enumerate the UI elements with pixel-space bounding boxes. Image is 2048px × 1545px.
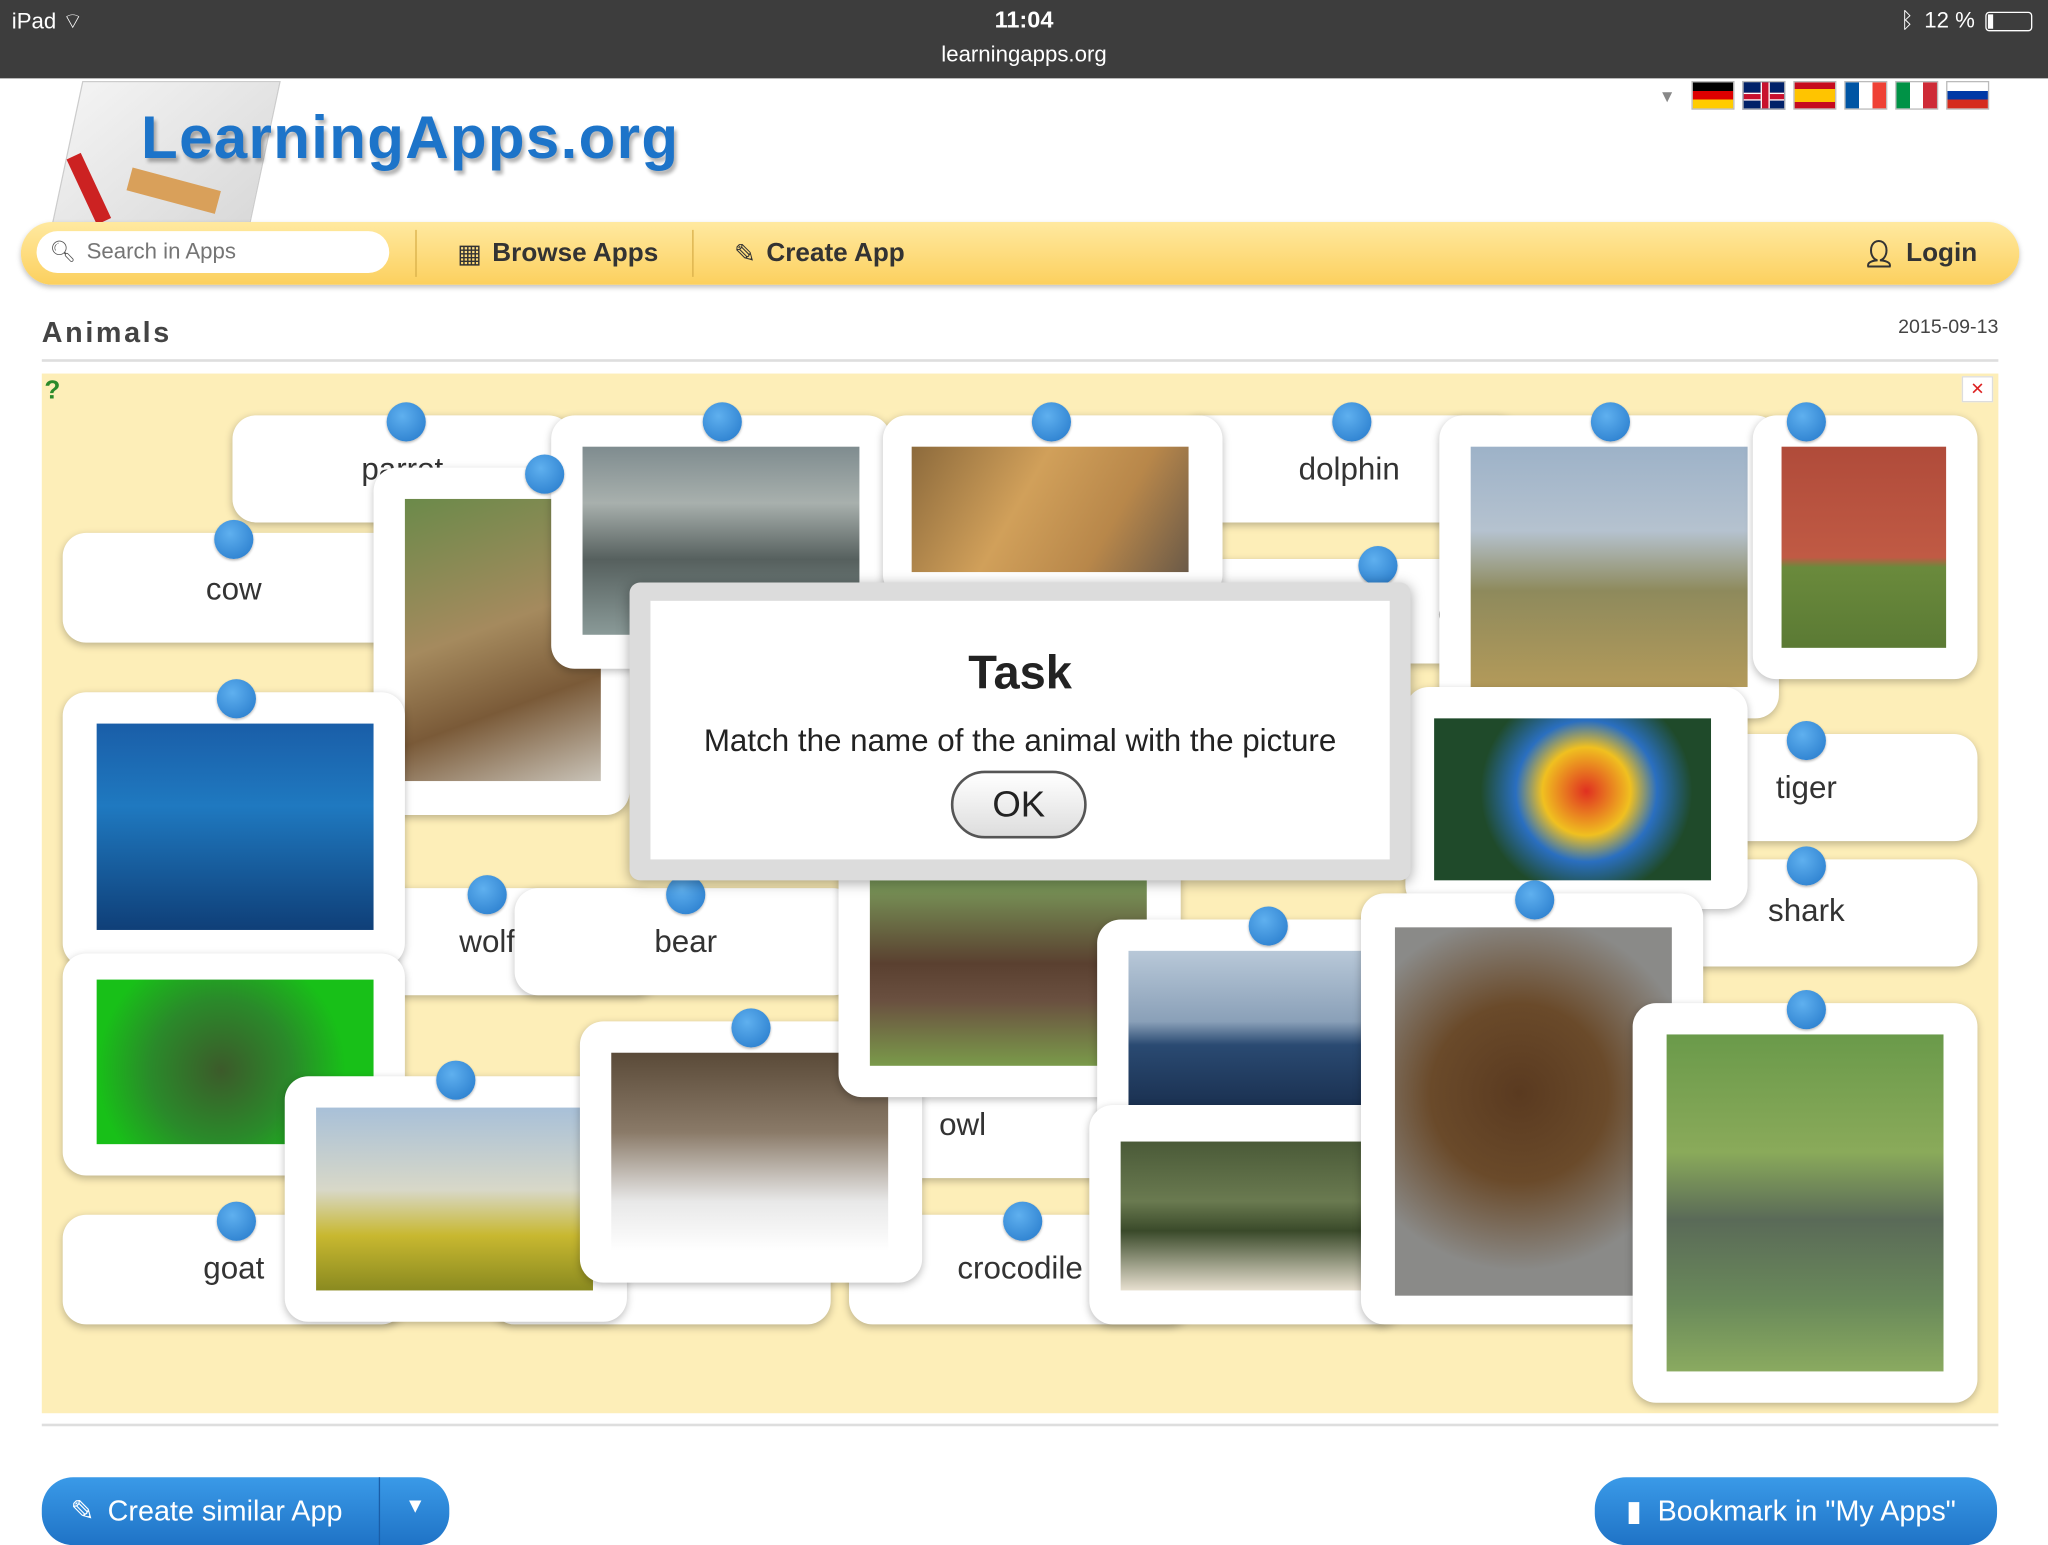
flag-de-icon[interactable] (1691, 80, 1735, 110)
connector-dot[interactable] (1358, 545, 1398, 586)
create-similar-app-button[interactable]: ✎ Create similar App ▼ (41, 1477, 450, 1545)
main-nav: 🔍︎ ▦Browse Apps ✎Create App 👤︎Login (20, 222, 2020, 285)
chevron-down-icon[interactable]: ▼ (405, 1496, 426, 1520)
picture-card-elephant[interactable] (1632, 1003, 1978, 1403)
grid-icon: ▦ (457, 240, 482, 270)
crocodile-photo (1120, 1141, 1361, 1291)
fullscreen-icon[interactable]: ✕ (1961, 376, 1994, 403)
bookmark-icon: ▮ (1626, 1494, 1642, 1527)
create-app-link[interactable]: ✎ Create App (734, 238, 905, 271)
battery-icon (1985, 11, 2033, 31)
connector-dot[interactable] (1515, 880, 1555, 920)
picture-card-shark[interactable] (62, 692, 405, 967)
flag-es-icon[interactable] (1793, 80, 1837, 110)
connector-dot[interactable] (731, 1008, 771, 1048)
bookmark-button[interactable]: ▮ Bookmark in "My Apps" (1594, 1477, 1998, 1545)
connector-dot[interactable] (1031, 402, 1072, 442)
picture-card-crocodile[interactable] (1089, 1104, 1403, 1325)
edit-icon: ✎ (70, 1494, 95, 1527)
horse-photo (1781, 446, 1947, 648)
search-box: 🔍︎ (36, 231, 390, 273)
connector-dot[interactable] (1786, 846, 1826, 886)
pencil-icon: ✎ (734, 240, 756, 270)
task-dialog-body: Task Match the name of the animal with t… (650, 600, 1390, 860)
bear-photo (1394, 927, 1672, 1296)
connector-dot[interactable] (467, 875, 507, 915)
connector-dot[interactable] (1248, 906, 1288, 946)
ios-status-bar: iPad ⌔ 11:04 learningapps.org ᛒ 12 % (0, 0, 2048, 79)
logo-text: LearningApps.org (141, 103, 680, 172)
divider (41, 359, 1999, 362)
picture-card-giraffe[interactable] (1439, 415, 1779, 719)
status-right: ᛒ 12 % (1900, 7, 2033, 34)
picture-card-lion[interactable] (882, 415, 1223, 599)
matching-board: ? ✕ parrot cow dolphin e tiger shark wol… (41, 373, 1999, 1414)
connector-dot[interactable] (386, 402, 426, 442)
login-link[interactable]: 👤︎ Login (1863, 238, 1978, 271)
connector-dot[interactable] (1786, 990, 1826, 1030)
nav-divider (415, 229, 417, 277)
connector-dot[interactable] (1786, 402, 1826, 442)
flag-en-icon[interactable] (1742, 80, 1786, 110)
language-selector: ▼ (1659, 80, 1990, 110)
flag-fr-icon[interactable] (1844, 80, 1888, 110)
connector-dot[interactable] (216, 679, 256, 719)
site-logo[interactable]: LearningApps.org (48, 80, 705, 241)
button-divider (378, 1477, 381, 1545)
connector-dot[interactable] (1003, 1201, 1043, 1241)
goat-photo (316, 1107, 593, 1291)
connector-dot[interactable] (1590, 402, 1631, 442)
page-title: Animals (41, 316, 172, 349)
connector-dot[interactable] (702, 402, 742, 442)
task-title: Task (968, 645, 1072, 699)
connector-dot[interactable] (214, 519, 254, 560)
connector-dot[interactable] (666, 875, 706, 915)
flag-it-icon[interactable] (1895, 80, 1939, 110)
user-icon: 👤︎ (1862, 240, 1896, 270)
publish-date: 2015-09-13 (1898, 316, 1999, 339)
connector-dot[interactable] (216, 1201, 256, 1241)
task-instructions: Match the name of the animal with the pi… (703, 723, 1337, 759)
lion-photo (911, 446, 1189, 573)
picture-card-parrot[interactable] (1405, 687, 1748, 910)
elephant-photo (1666, 1034, 1944, 1372)
ok-button[interactable]: OK (950, 770, 1087, 839)
battery-percent: 12 % (1924, 7, 1975, 33)
picture-card-horse[interactable] (1752, 415, 1978, 680)
browse-apps-link[interactable]: ▦ Browse Apps (457, 238, 658, 271)
task-dialog: Task Match the name of the animal with t… (629, 582, 1411, 881)
giraffe-photo (1470, 446, 1748, 688)
connector-dot[interactable] (1332, 402, 1372, 442)
chevron-down-icon[interactable]: ▼ (1659, 86, 1676, 106)
connector-dot[interactable] (1786, 720, 1826, 761)
divider (41, 1423, 1999, 1427)
parrot-photo (1434, 718, 1712, 881)
search-icon: 🔍︎ (49, 241, 77, 264)
address-bar[interactable]: learningapps.org (0, 42, 2048, 68)
connector-dot[interactable] (525, 454, 565, 494)
shark-photo (96, 723, 374, 930)
clock: 11:04 (994, 6, 1054, 33)
search-input[interactable] (83, 237, 377, 267)
nav-divider (692, 229, 694, 277)
help-icon[interactable]: ? (44, 376, 75, 407)
bluetooth-icon: ᛒ (1900, 7, 1914, 33)
picture-card-goat[interactable] (284, 1076, 627, 1322)
connector-dot[interactable] (436, 1060, 476, 1100)
flag-ru-icon[interactable] (1945, 80, 1990, 110)
